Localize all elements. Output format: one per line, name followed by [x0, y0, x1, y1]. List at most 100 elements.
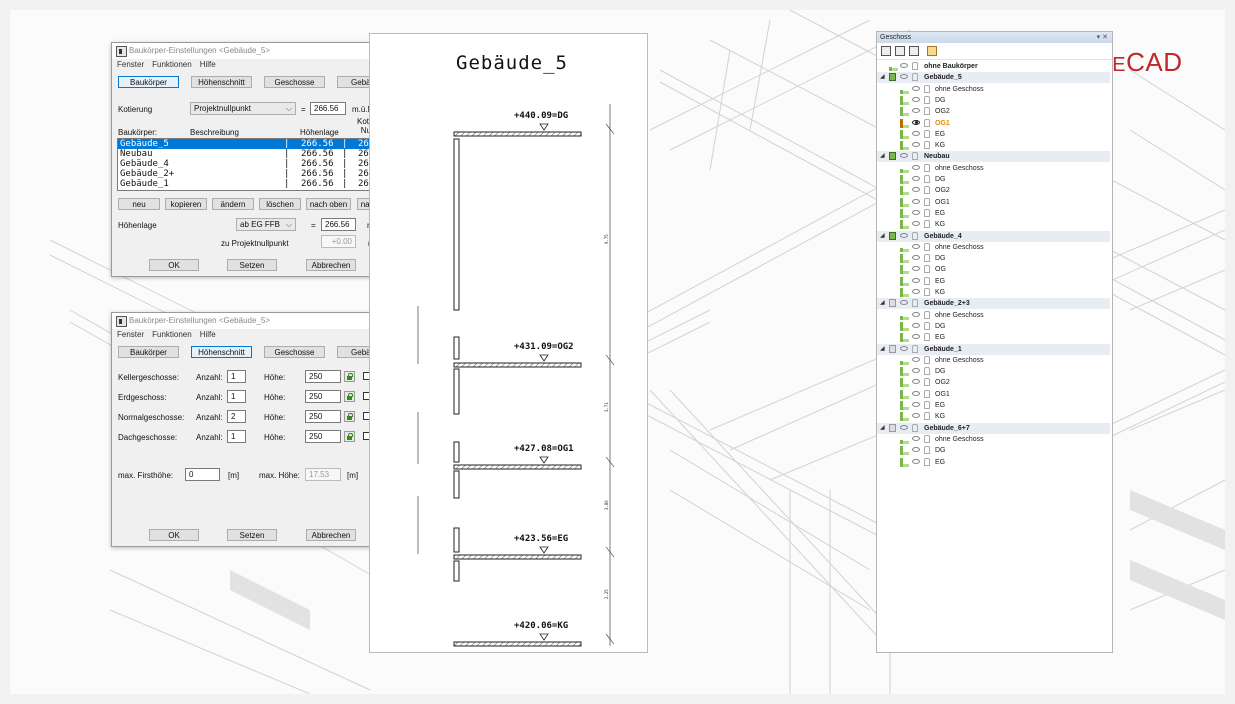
tree-item-row[interactable]: OG1: [877, 118, 1110, 129]
menu-funktionen[interactable]: Funktionen: [152, 329, 192, 341]
eye-icon[interactable]: [912, 96, 920, 102]
level-icon[interactable]: [900, 107, 910, 117]
eye-icon[interactable]: [912, 221, 920, 227]
level-icon[interactable]: [889, 62, 899, 71]
level-icon[interactable]: [900, 412, 910, 422]
aendern-button[interactable]: ändern: [212, 198, 254, 210]
lock-icon[interactable]: [912, 62, 918, 70]
tree-item-row[interactable]: OG: [877, 264, 1110, 275]
tab-baukoerper[interactable]: Baukörper: [118, 76, 179, 88]
eye-icon[interactable]: [912, 164, 920, 170]
ok-button[interactable]: OK: [149, 259, 199, 271]
lock-icon[interactable]: [344, 431, 355, 442]
lock-icon[interactable]: [924, 95, 930, 104]
level-icon[interactable]: [900, 276, 910, 286]
nach-oben-button[interactable]: nach oben: [306, 198, 351, 210]
tree-item-row[interactable]: OG2: [877, 377, 1110, 388]
level-icon[interactable]: [900, 321, 910, 331]
lock-icon[interactable]: [344, 391, 355, 402]
lock-icon[interactable]: [912, 152, 918, 161]
tab-geschosse[interactable]: Geschosse: [264, 76, 325, 88]
lock-icon[interactable]: [344, 371, 355, 382]
tree-item-row[interactable]: KG: [877, 219, 1110, 230]
level-icon[interactable]: [900, 401, 910, 410]
setzen-button[interactable]: Setzen: [227, 259, 277, 271]
level-icon[interactable]: [900, 254, 910, 264]
lock-icon[interactable]: [924, 129, 930, 138]
lock-icon[interactable]: [924, 288, 930, 296]
eye-icon[interactable]: [912, 130, 920, 136]
eye-icon[interactable]: [912, 435, 920, 441]
level-icon[interactable]: [900, 367, 910, 377]
eye-icon[interactable]: [912, 356, 920, 362]
eye-icon[interactable]: [912, 85, 920, 91]
tree-item-row[interactable]: DG: [877, 253, 1110, 264]
expand-icon[interactable]: ◢: [880, 344, 885, 355]
hoehenlage-select[interactable]: ab EG FFB ⌵: [236, 218, 296, 231]
lock-icon[interactable]: [924, 457, 930, 466]
tree-item-row[interactable]: ohne Geschoss: [877, 242, 1110, 253]
tab-geschosse[interactable]: Geschosse: [264, 346, 325, 358]
eye-icon[interactable]: [912, 311, 920, 317]
level-icon[interactable]: [900, 389, 910, 399]
lock-icon[interactable]: [924, 186, 930, 195]
lock-icon[interactable]: [912, 73, 918, 82]
eye-icon[interactable]: [912, 334, 920, 340]
tree-item-row[interactable]: KG: [877, 411, 1110, 422]
level-icon[interactable]: [900, 85, 910, 94]
level-icon[interactable]: [900, 186, 910, 196]
level-icon[interactable]: [900, 457, 910, 467]
level-icon[interactable]: [900, 175, 910, 184]
overview-icon[interactable]: [881, 46, 891, 56]
anzahl-input[interactable]: 1: [227, 390, 246, 403]
tab-baukoerper[interactable]: Baukörper: [118, 346, 179, 358]
menu-fenster[interactable]: Fenster: [117, 59, 144, 71]
lock-icon[interactable]: [912, 299, 918, 308]
baukoerper-list-row[interactable]: Gebäude_4|266.56|266.56: [118, 159, 404, 169]
menu-fenster[interactable]: Fenster: [117, 329, 144, 341]
menu-funktionen[interactable]: Funktionen: [152, 59, 192, 71]
lock-icon[interactable]: [924, 141, 930, 150]
eye-icon[interactable]: [912, 447, 920, 453]
eye-icon[interactable]: [912, 209, 920, 215]
tree-group-row[interactable]: ◢ Gebäude_2+3: [877, 298, 1110, 310]
baukoerper-list-row[interactable]: Gebäude_2+|266.56|266.56: [118, 169, 404, 179]
layers-icon[interactable]: [909, 46, 919, 56]
lock-icon[interactable]: [924, 254, 930, 263]
tree-item-row[interactable]: OG1: [877, 197, 1110, 208]
level-icon[interactable]: [900, 288, 910, 297]
eye-icon[interactable]: [900, 74, 908, 80]
tree-item-row[interactable]: EG: [877, 208, 1110, 219]
baukoerper-list[interactable]: Gebäude_5 | 266.56 | 266.56 Neubau | 266.56 | 266…: [117, 138, 405, 191]
anzahl-input[interactable]: 1: [227, 430, 246, 443]
eye-icon[interactable]: [912, 243, 920, 249]
anzahl-input[interactable]: 2: [227, 410, 246, 423]
eye-icon[interactable]: [900, 300, 908, 306]
eye-icon[interactable]: [912, 322, 920, 328]
tree-item-row[interactable]: KG: [877, 287, 1110, 298]
lock-icon[interactable]: [924, 220, 930, 229]
menu-hilfe[interactable]: Hilfe: [200, 59, 216, 71]
loeschen-button[interactable]: löschen: [259, 198, 301, 210]
lock-icon[interactable]: [924, 355, 930, 364]
tree-item-row[interactable]: DG: [877, 366, 1110, 377]
tree-item-row[interactable]: ohne Geschoss: [877, 310, 1110, 321]
level-icon[interactable]: [900, 333, 910, 343]
tree-group-row[interactable]: ◢ Gebäude_4: [877, 230, 1110, 242]
level-icon[interactable]: [900, 164, 910, 173]
hoehenlage-value-input[interactable]: 266.56: [321, 218, 356, 231]
eye-icon[interactable]: [912, 368, 920, 374]
baukoerper-list-row[interactable]: Gebäude_1|266.56|266.56: [118, 179, 404, 189]
level-icon[interactable]: [900, 220, 910, 230]
neu-button[interactable]: neu: [118, 198, 160, 210]
properties-icon[interactable]: [895, 46, 905, 56]
lock-icon[interactable]: [924, 401, 930, 409]
lock-icon[interactable]: [912, 423, 918, 432]
settings-icon[interactable]: [927, 46, 937, 56]
tree-item-row[interactable]: ohne Geschoss: [877, 163, 1110, 174]
panel-window-buttons[interactable]: ▾ ✕: [1097, 32, 1108, 43]
firsthoehe-input[interactable]: 0: [185, 468, 220, 481]
level-icon[interactable]: [900, 311, 910, 320]
tree-group-row[interactable]: ◢ Gebäude_5: [877, 72, 1110, 84]
expand-icon[interactable]: ◢: [880, 151, 885, 162]
